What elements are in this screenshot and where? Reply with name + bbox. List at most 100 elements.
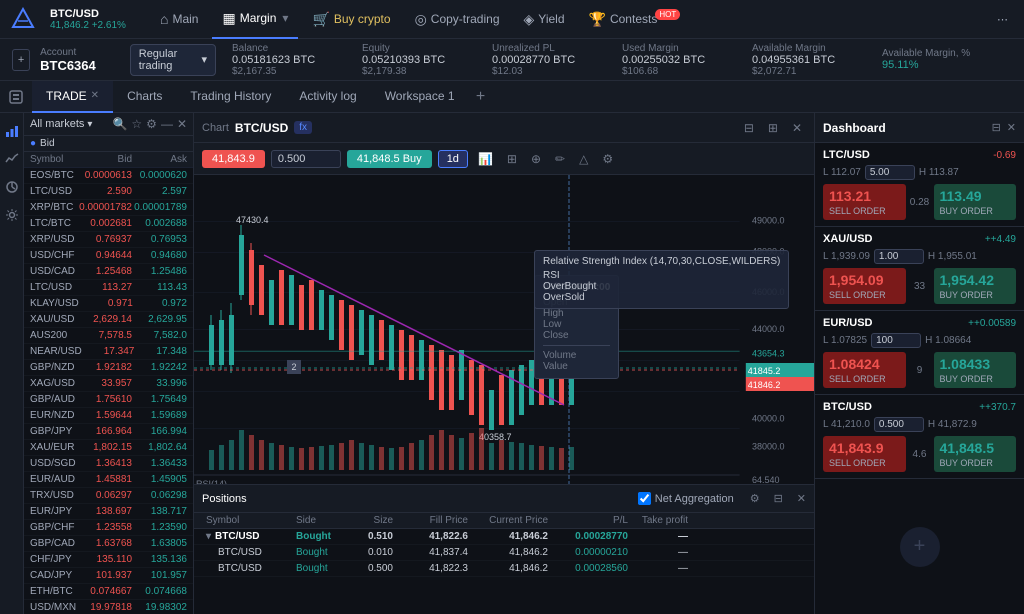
market-filter-input[interactable]: [40, 138, 120, 149]
positions-settings-icon[interactable]: ⚙: [750, 492, 760, 505]
draw-icon[interactable]: ✏: [551, 152, 569, 166]
nav-item-buy-crypto[interactable]: 🛒 Buy crypto: [302, 0, 400, 39]
instrument-sell-block[interactable]: 41,843.9 SELL ORDER: [823, 436, 906, 472]
svg-text:2: 2: [291, 362, 296, 372]
instrument-size-input[interactable]: [874, 249, 924, 264]
instrument-buy-block[interactable]: 41,848.5 BUY ORDER: [934, 436, 1017, 472]
chart-type-icon[interactable]: ⊞: [503, 152, 521, 166]
add-tab-button[interactable]: +: [469, 85, 493, 109]
bookmark-icon[interactable]: ☆: [131, 117, 142, 131]
market-row[interactable]: XAU/USD 2,629.14 2,629.95: [24, 312, 193, 328]
instrument-size-input[interactable]: [874, 417, 924, 432]
chart-minimize-icon[interactable]: ⊟: [740, 121, 758, 135]
nav-price-block: BTC/USD 41,846.2 +2.61%: [50, 8, 130, 31]
market-row[interactable]: XAU/EUR 1,802.15 1,802.64: [24, 440, 193, 456]
sidebar-icon-watchlist[interactable]: [2, 149, 22, 169]
market-row[interactable]: CHF/JPY 135.110 135.136: [24, 552, 193, 568]
sidebar-icon-chart[interactable]: [2, 121, 22, 141]
positions-close-icon[interactable]: ✕: [797, 492, 806, 505]
sell-button[interactable]: 41,843.9: [202, 150, 265, 168]
instrument-size-input[interactable]: [871, 333, 921, 348]
trading-type-selector[interactable]: Regular trading ▾: [130, 44, 216, 76]
chart-close-icon[interactable]: ✕: [788, 121, 806, 135]
market-row[interactable]: USD/CAD 1.25468 1.25486: [24, 264, 193, 280]
instrument-size-input[interactable]: [865, 165, 915, 180]
markets-header: All markets ▾ 🔍 ☆ ⚙ — ✕: [24, 113, 193, 136]
market-row[interactable]: GBP/CAD 1.63768 1.63805: [24, 536, 193, 552]
market-row[interactable]: LTC/USD 2.590 2.597: [24, 184, 193, 200]
market-row[interactable]: GBP/JPY 166.964 166.994: [24, 424, 193, 440]
market-row[interactable]: USD/SGD 1.36413 1.36433: [24, 456, 193, 472]
market-row[interactable]: ETH/BTC 0.074667 0.074668: [24, 584, 193, 600]
tab-workspace[interactable]: Workspace 1: [371, 81, 469, 113]
market-row[interactable]: TRX/USD 0.06297 0.06298: [24, 488, 193, 504]
order-size-input[interactable]: [271, 150, 341, 168]
market-row[interactable]: XAG/USD 33.957 33.996: [24, 376, 193, 392]
tab-charts[interactable]: Charts: [113, 81, 176, 113]
market-row[interactable]: XRP/BTC 0.00001782 0.00001789: [24, 200, 193, 216]
nav-item-main[interactable]: ⌂ Main: [150, 0, 208, 39]
used-margin-stat: Used Margin 0.00255032 BTC $106.68: [622, 43, 732, 77]
nav-item-margin[interactable]: ▦ Margin ▾: [212, 0, 298, 39]
nav-item-yield[interactable]: ◈ Yield: [514, 0, 575, 39]
crosshair-icon[interactable]: ⊕: [527, 152, 545, 166]
minimize-icon[interactable]: —: [161, 117, 173, 131]
position-row-child-2[interactable]: BTC/USD Bought 0.500 41,822.3 41,846.2 0…: [194, 561, 814, 577]
instrument-buy-block[interactable]: 1.08433 BUY ORDER: [934, 352, 1017, 388]
positions-minimize-icon[interactable]: ⊟: [774, 492, 783, 505]
all-markets-button[interactable]: All markets ▾: [30, 118, 92, 130]
instrument-sell-block[interactable]: 1,954.09 SELL ORDER: [823, 268, 906, 304]
contests-icon: 🏆: [589, 11, 606, 28]
market-row[interactable]: GBP/NZD 1.92182 1.92242: [24, 360, 193, 376]
nav-item-contests[interactable]: 🏆 Contests HOT: [579, 0, 691, 39]
instrument-sell-block[interactable]: 1.08424 SELL ORDER: [823, 352, 906, 388]
positions-tab-label[interactable]: Positions: [202, 493, 247, 505]
market-row[interactable]: LTC/BTC 0.002681 0.002688: [24, 216, 193, 232]
dashboard-close-icon[interactable]: ✕: [1007, 121, 1016, 134]
add-account-button[interactable]: +: [12, 49, 30, 71]
market-row[interactable]: EUR/AUD 1.45881 1.45905: [24, 472, 193, 488]
tab-activity-log[interactable]: Activity log: [285, 81, 370, 113]
market-row[interactable]: USD/MXN 19.97818 19.98302: [24, 600, 193, 614]
close-icon[interactable]: ✕: [177, 117, 187, 131]
market-row[interactable]: NEAR/USD 17.347 17.348: [24, 344, 193, 360]
tab-trade[interactable]: TRADE ✕: [32, 81, 113, 113]
chart-settings-icon[interactable]: ⚙: [598, 152, 617, 166]
position-row-child-1[interactable]: BTC/USD Bought 0.010 41,837.4 41,846.2 0…: [194, 545, 814, 561]
positions-table: ▾ BTC/USD Bought 0.510 41,822.6 41,846.2…: [194, 529, 814, 614]
nav-logo[interactable]: [8, 4, 38, 34]
tab-trading-history[interactable]: Trading History: [176, 81, 285, 113]
market-row[interactable]: KLAY/USD 0.971 0.972: [24, 296, 193, 312]
nav-more-button[interactable]: ⋯: [989, 13, 1016, 26]
sidebar-icon-portfolio[interactable]: [2, 177, 22, 197]
market-row[interactable]: LTC/USD 113.27 113.43: [24, 280, 193, 296]
nav-item-copy-trading[interactable]: ◎ Copy-trading: [405, 0, 510, 39]
market-row[interactable]: AUS200 7,578.5 7,582.0: [24, 328, 193, 344]
instrument-range: L 1,939.09 H 1,955.01: [823, 249, 1016, 264]
dashboard-minimize-icon[interactable]: ⊟: [992, 121, 1001, 134]
buy-button[interactable]: 41,848.5 Buy: [347, 150, 432, 168]
market-row[interactable]: GBP/CHF 1.23558 1.23590: [24, 520, 193, 536]
instrument-buy-block[interactable]: 113.49 BUY ORDER: [934, 184, 1017, 220]
market-row[interactable]: CAD/JPY 101.937 101.957: [24, 568, 193, 584]
market-row[interactable]: GBP/AUD 1.75610 1.75649: [24, 392, 193, 408]
tools-icon[interactable]: △: [575, 152, 592, 166]
instrument-sell-block[interactable]: 113.21 SELL ORDER: [823, 184, 906, 220]
search-icon[interactable]: 🔍: [112, 117, 127, 131]
chart-maximize-icon[interactable]: ⊞: [764, 121, 782, 135]
timeframe-1d[interactable]: 1d: [438, 150, 468, 168]
add-instrument-button[interactable]: +: [900, 527, 940, 567]
chart-svg: 49000.0 48000.0 46000.0 44000.0 43654.3 …: [194, 175, 814, 484]
position-row-parent[interactable]: ▾ BTC/USD Bought 0.510 41,822.6 41,846.2…: [194, 529, 814, 545]
market-row[interactable]: USD/CHF 0.94644 0.94680: [24, 248, 193, 264]
market-row[interactable]: XRP/USD 0.76937 0.76953: [24, 232, 193, 248]
instrument-range: L 112.07 H 113.87: [823, 165, 1016, 180]
market-row[interactable]: EUR/NZD 1.59644 1.59689: [24, 408, 193, 424]
sidebar-icon-settings[interactable]: [2, 205, 22, 225]
settings-icon[interactable]: ⚙: [146, 117, 157, 131]
indicators-icon[interactable]: 📊: [474, 152, 497, 166]
instrument-buy-block[interactable]: 1,954.42 BUY ORDER: [934, 268, 1017, 304]
market-row[interactable]: EUR/JPY 138.697 138.717: [24, 504, 193, 520]
net-aggregation-checkbox[interactable]: [638, 492, 651, 505]
market-row[interactable]: EOS/BTC 0.0000613 0.0000620: [24, 168, 193, 184]
